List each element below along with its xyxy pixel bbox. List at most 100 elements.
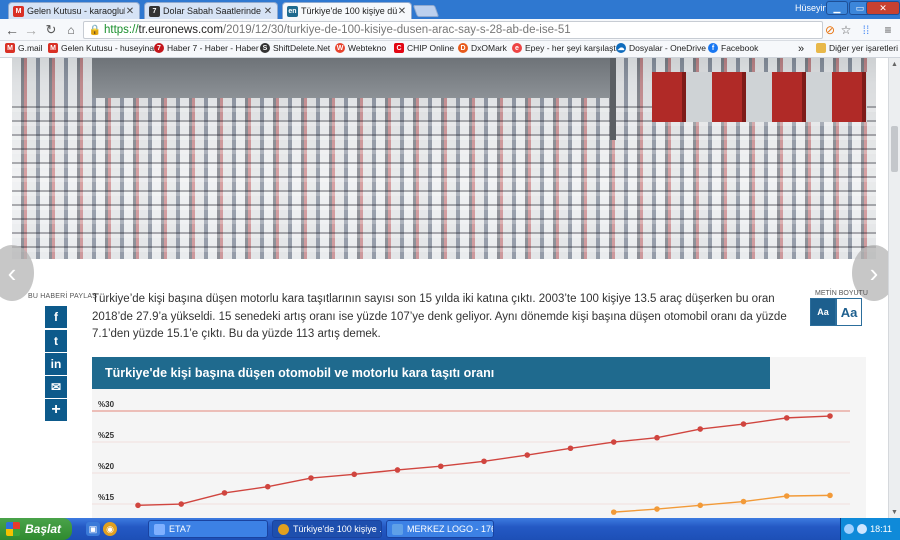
- webtekno-icon: W: [335, 43, 345, 53]
- bookmark-label: Gelen Kutusu - huseyinar: [61, 43, 157, 53]
- font-size-small-button[interactable]: Aa: [810, 298, 836, 326]
- tab-euronews[interactable]: en Türkiye'de 100 kişiye düşen ✕: [282, 2, 412, 19]
- tab-label: Türkiye'de 100 kişiye düşen: [301, 6, 397, 16]
- facebook-icon: f: [708, 43, 718, 53]
- font-size-label: METİN BOYUTU: [815, 290, 868, 297]
- reload-icon[interactable]: ↻: [42, 21, 60, 39]
- network-icon[interactable]: [844, 524, 855, 534]
- bookmark-facebook[interactable]: f Facebook: [708, 43, 758, 53]
- data-point: [610, 439, 617, 445]
- other-bookmarks-folder[interactable]: Diğer yer işaretleri: [816, 43, 898, 53]
- bookmark-gmail[interactable]: M G.mail: [5, 43, 43, 53]
- bookmark-label: DxOMark: [471, 43, 507, 53]
- bookmark-label: CHIP Online: [407, 43, 455, 53]
- chrome-icon: [278, 523, 289, 535]
- scrollbar-thumb[interactable]: [891, 126, 898, 172]
- task-eta7[interactable]: ETA7: [148, 520, 268, 538]
- profile-name[interactable]: Hüseyin: [795, 3, 828, 13]
- email-share-icon[interactable]: ✉: [45, 376, 67, 398]
- facebook-share-icon[interactable]: f: [45, 306, 67, 328]
- more-share-icon[interactable]: +: [45, 399, 67, 421]
- task-label: ETA7: [169, 524, 191, 534]
- data-point: [827, 492, 833, 499]
- url-path: /2019/12/30/turkiye-de-100-kisiye-dusen-…: [222, 24, 571, 36]
- data-point: [178, 501, 185, 507]
- line-chart: %30 %25 %20 %15: [92, 400, 850, 515]
- scroll-down-icon[interactable]: ▼: [889, 506, 900, 518]
- volume-icon[interactable]: [857, 524, 868, 534]
- bookmark-chip[interactable]: C CHIP Online: [394, 43, 454, 53]
- data-point: [481, 458, 487, 465]
- forward-icon[interactable]: →: [22, 21, 40, 39]
- onedrive-icon: ☁: [616, 43, 626, 53]
- scroll-up-icon[interactable]: ▲: [889, 58, 900, 70]
- bookmark-epey[interactable]: e Epey - her şeyi karşılaştı: [512, 43, 618, 53]
- gmail-icon: M: [5, 43, 15, 53]
- data-point: [308, 475, 314, 481]
- start-label: Başlat: [25, 522, 62, 536]
- haber7-icon: 7: [154, 43, 164, 53]
- epey-icon: e: [512, 43, 522, 53]
- data-point: [567, 445, 574, 452]
- chart-container: Türkiye'de kişi başına düşen otomobil ve…: [92, 357, 866, 518]
- font-size-large-button[interactable]: Aa: [836, 298, 862, 326]
- data-point: [351, 471, 358, 478]
- start-button[interactable]: Başlat: [0, 518, 72, 540]
- browser-tab-strip: M Gelen Kutusu - karaoglukerem ✕ 7 Dolar…: [0, 0, 900, 19]
- tab-gmail[interactable]: M Gelen Kutusu - karaoglukerem ✕: [8, 2, 140, 19]
- clock[interactable]: 18:11: [870, 524, 892, 534]
- tab-haber7[interactable]: 7 Dolar Sabah Saatlerinde 6 Lira ✕: [144, 2, 278, 19]
- hero-pole: [610, 58, 616, 140]
- y-tick-label: %30: [98, 400, 115, 409]
- haber7-icon: 7: [149, 5, 160, 17]
- data-point: [654, 434, 660, 441]
- menu-icon[interactable]: ≡: [880, 22, 896, 38]
- new-tab-button[interactable]: [412, 5, 440, 17]
- minimize-button[interactable]: ▁: [826, 1, 848, 15]
- blocked-content-icon[interactable]: ⊘: [822, 22, 838, 38]
- back-icon[interactable]: ←: [3, 21, 21, 39]
- screen: M Gelen Kutusu - karaoglukerem ✕ 7 Dolar…: [0, 0, 900, 540]
- bookmark-haber7[interactable]: 7 Haber 7 - Haber - Haber: [154, 43, 259, 53]
- data-point: [610, 509, 617, 515]
- task-chrome[interactable]: Türkiye'de 100 kişiye ...: [272, 520, 382, 538]
- bookmarks-overflow-button[interactable]: »: [798, 43, 804, 55]
- close-icon[interactable]: ✕: [263, 6, 273, 17]
- data-point: [437, 463, 444, 470]
- chrome-quicklaunch-icon[interactable]: ◉: [103, 522, 117, 536]
- home-icon[interactable]: ⌂: [62, 21, 80, 39]
- vertical-scrollbar[interactable]: ▲ ▼: [888, 58, 900, 518]
- tab-label: Dolar Sabah Saatlerinde 6 Lira: [163, 6, 263, 16]
- overflow-chevron-icon: »: [798, 43, 805, 55]
- data-point: [783, 415, 790, 421]
- close-icon[interactable]: ✕: [125, 6, 135, 17]
- gmail-icon: M: [48, 43, 58, 53]
- bookmark-onedrive[interactable]: ☁ Dosyalar - OneDrive: [616, 43, 706, 53]
- data-point: [783, 493, 790, 499]
- bookmark-webtekno[interactable]: W Webtekno: [335, 43, 386, 53]
- bookmark-dxomark[interactable]: D DxOMark: [458, 43, 507, 53]
- remote-desktop-icon: [392, 523, 403, 535]
- bookmark-label: Diğer yer işaretleri: [829, 43, 898, 53]
- twitter-share-icon[interactable]: t: [45, 330, 67, 352]
- eta-icon: [154, 523, 165, 535]
- windows-logo-icon: [6, 522, 20, 536]
- gmail-icon: M: [13, 5, 24, 17]
- bookmark-label: ShiftDelete.Net: [273, 43, 331, 53]
- y-tick-label: %20: [98, 462, 115, 471]
- task-label: Türkiye'de 100 kişiye ...: [293, 524, 382, 534]
- address-bar[interactable]: 🔒 https:// tr.euronews.com /2019/12/30/t…: [83, 21, 823, 39]
- linkedin-share-icon[interactable]: in: [45, 353, 67, 375]
- data-point: [264, 483, 271, 490]
- window-close-button[interactable]: ✕: [866, 1, 900, 15]
- task-merkez-logo[interactable]: MERKEZ LOGO - 176....: [386, 520, 494, 538]
- close-icon[interactable]: ✕: [397, 6, 407, 17]
- data-point: [135, 502, 141, 509]
- windows-taskbar: Başlat ▣ ◉ ETA7 Türkiye'de 100 kişiye ..…: [0, 518, 900, 540]
- apps-icon[interactable]: ⁞⁞: [858, 22, 874, 38]
- bookmark-shiftdelete[interactable]: S ShiftDelete.Net: [260, 43, 330, 53]
- show-desktop-icon[interactable]: ▣: [86, 522, 100, 536]
- chip-icon: C: [394, 43, 404, 53]
- bookmark-gelen-kutusu[interactable]: M Gelen Kutusu - huseyinar: [48, 43, 157, 53]
- bookmark-star-icon[interactable]: ☆: [838, 22, 854, 38]
